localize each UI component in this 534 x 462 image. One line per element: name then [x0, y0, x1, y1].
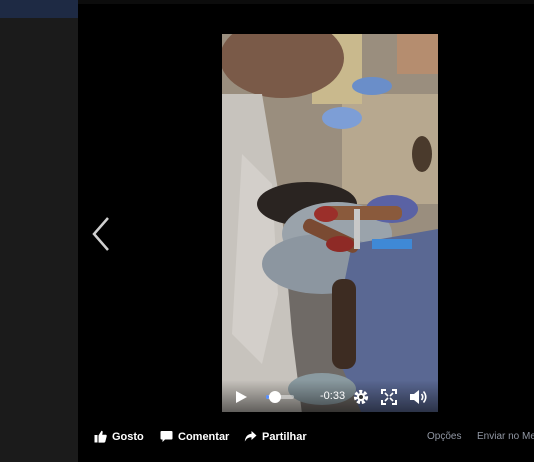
background-page-header	[0, 0, 78, 18]
thumbs-up-icon	[94, 430, 107, 443]
options-link[interactable]: Opções	[427, 431, 461, 442]
share-button[interactable]: Partilhar	[244, 430, 307, 443]
video-controls: -0:33	[222, 380, 438, 414]
video-frame[interactable]	[222, 34, 438, 414]
share-arrow-icon	[244, 431, 257, 442]
comment-bubble-icon	[160, 431, 173, 442]
post-action-bar: Gosto Comentar Partilhar Opções Enviar n…	[78, 412, 534, 462]
video-scene	[222, 34, 438, 414]
gear-icon[interactable]	[352, 388, 370, 406]
time-remaining: -0:33	[320, 390, 346, 402]
progress-knob[interactable]	[269, 391, 281, 403]
play-icon[interactable]	[234, 390, 248, 404]
like-label: Gosto	[112, 430, 144, 443]
like-button[interactable]: Gosto	[94, 430, 144, 443]
volume-icon[interactable]	[408, 388, 428, 406]
previous-arrow-icon[interactable]	[88, 214, 116, 254]
send-in-messenger-link[interactable]: Enviar no Mes	[477, 431, 534, 442]
background-page	[0, 0, 78, 462]
fullscreen-icon[interactable]	[380, 388, 398, 406]
share-label: Partilhar	[262, 430, 307, 443]
theater-top-edge	[78, 0, 534, 4]
comment-button[interactable]: Comentar	[160, 430, 229, 443]
comment-label: Comentar	[178, 430, 230, 443]
